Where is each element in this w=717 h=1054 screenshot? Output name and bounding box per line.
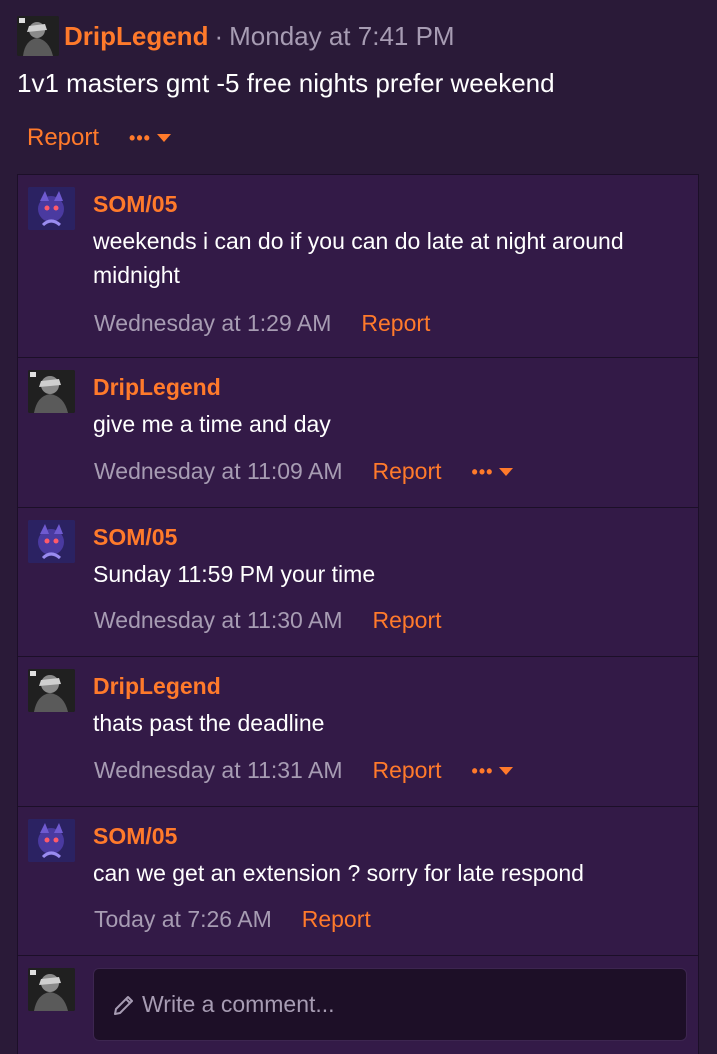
report-link[interactable]: Report [372, 458, 441, 485]
comment: SOM/05 can we get an extension ? sorry f… [18, 807, 698, 956]
comment-author[interactable]: SOM/05 [93, 191, 177, 218]
comment-author[interactable]: DripLegend [93, 374, 221, 401]
avatar-icon [28, 520, 75, 563]
comment-input[interactable]: Write a comment... [93, 968, 687, 1041]
ellipsis-icon: ••• [471, 461, 494, 482]
avatar[interactable] [17, 16, 59, 56]
comment-input-placeholder: Write a comment... [142, 991, 335, 1017]
avatar[interactable] [28, 819, 75, 862]
avatar[interactable] [28, 520, 75, 563]
post-timestamp[interactable]: Monday at 7:41 PM [229, 21, 454, 52]
caret-down-icon [156, 134, 171, 142]
more-options-button[interactable]: ••• [472, 463, 514, 481]
comment-timestamp[interactable]: Wednesday at 1:29 AM [94, 310, 331, 337]
avatar [28, 968, 75, 1011]
comment-timestamp[interactable]: Wednesday at 11:30 AM [94, 607, 342, 634]
report-link[interactable]: Report [372, 757, 441, 784]
comment-meta: Wednesday at 11:31 AM Report ••• [94, 757, 514, 784]
comment-composer: Write a comment... [18, 956, 698, 1054]
pencil-icon [114, 995, 133, 1015]
comment: SOM/05 weekends i can do if you can do l… [18, 175, 698, 358]
avatar[interactable] [28, 370, 75, 413]
report-link[interactable]: Report [372, 607, 441, 634]
comment-text: weekends i can do if you can do late at … [93, 228, 624, 288]
comment-author[interactable]: SOM/05 [93, 524, 177, 551]
more-options-button[interactable]: ••• [129, 129, 171, 147]
comment-meta: Wednesday at 11:09 AM Report ••• [94, 458, 514, 485]
comment-text: give me a time and day [93, 411, 331, 437]
comment-text: can we get an extension ? sorry for late… [93, 860, 584, 886]
post-header: DripLegend · Monday at 7:41 PM [17, 15, 455, 57]
avatar[interactable] [28, 187, 75, 230]
caret-down-icon [499, 766, 514, 775]
comment-meta: Wednesday at 1:29 AM Report [94, 310, 430, 337]
report-link[interactable]: Report [302, 906, 371, 933]
comment-text: Sunday 11:59 PM your time [93, 561, 376, 587]
comment: SOM/05 Sunday 11:59 PM your time Wednesd… [18, 508, 698, 657]
avatar-icon [17, 16, 59, 56]
comment-meta: Wednesday at 11:30 AM Report [94, 607, 442, 634]
comment-author[interactable]: DripLegend [93, 673, 221, 700]
more-options-button[interactable]: ••• [472, 762, 514, 780]
separator: · [214, 20, 224, 51]
comment-meta: Today at 7:26 AM Report [94, 906, 371, 933]
caret-down-icon [499, 467, 514, 476]
comment-text: thats past the deadline [93, 710, 325, 736]
avatar-icon [28, 187, 75, 230]
post-actions: Report ••• [27, 124, 171, 152]
comment-timestamp[interactable]: Wednesday at 11:31 AM [94, 757, 342, 784]
post: DripLegend · Monday at 7:41 PM 1v1 maste… [0, 0, 717, 1054]
comment-timestamp[interactable]: Today at 7:26 AM [94, 906, 272, 933]
comment-author[interactable]: SOM/05 [93, 823, 177, 850]
avatar[interactable] [28, 669, 75, 712]
comment: DripLegend give me a time and day Wednes… [18, 358, 698, 508]
comment: DripLegend thats past the deadline Wedne… [18, 657, 698, 807]
avatar-icon [28, 669, 75, 712]
post-body: 1v1 masters gmt -5 free nights prefer we… [17, 68, 555, 98]
comment-timestamp[interactable]: Wednesday at 11:09 AM [94, 458, 342, 485]
report-link[interactable]: Report [361, 310, 430, 337]
report-link[interactable]: Report [27, 124, 99, 152]
avatar-icon [28, 819, 75, 862]
post-author[interactable]: DripLegend [64, 21, 208, 52]
avatar-icon [28, 370, 75, 413]
ellipsis-icon: ••• [129, 128, 151, 148]
comments-section: SOM/05 weekends i can do if you can do l… [17, 174, 699, 1054]
avatar-icon [28, 968, 75, 1011]
ellipsis-icon: ••• [471, 760, 494, 781]
